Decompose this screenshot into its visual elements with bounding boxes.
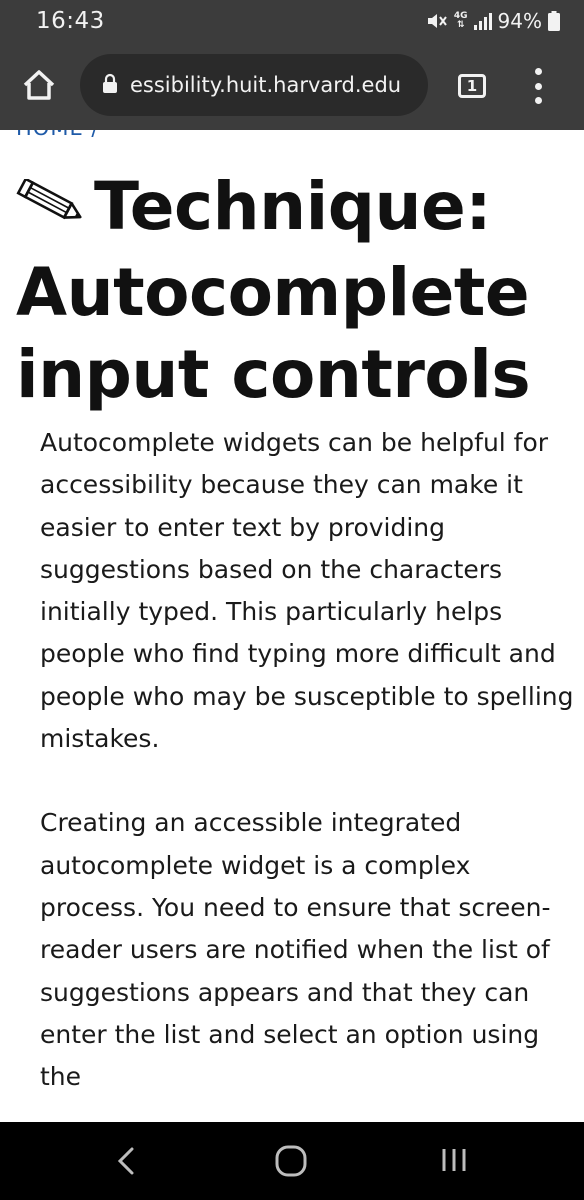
article-body: Autocomplete widgets can be helpful for … xyxy=(40,422,580,1122)
signal-icon xyxy=(473,12,492,30)
article-paragraph: Autocomplete widgets can be helpful for … xyxy=(40,428,574,754)
overflow-menu-button[interactable] xyxy=(526,68,550,104)
system-navigation-bar xyxy=(0,1122,584,1200)
recent-apps-icon xyxy=(440,1149,468,1178)
page-title-text: Technique: Autocomplete input controls xyxy=(16,168,531,413)
article-paragraph: Creating an accessible integrated autoco… xyxy=(40,808,551,1092)
network-indicator: 4G ⇅ xyxy=(454,12,468,30)
lock-icon xyxy=(102,73,118,98)
breadcrumb-home-link[interactable]: HOME / xyxy=(16,130,99,140)
web-content[interactable]: HOME / Technique: Autocomplete input con… xyxy=(0,130,584,1122)
home-circle-icon xyxy=(274,1145,308,1182)
battery-percent: 94% xyxy=(497,9,542,33)
mute-icon xyxy=(426,11,448,31)
back-chevron-icon xyxy=(112,1147,140,1180)
menu-dot-icon xyxy=(534,82,542,90)
home-nav-button[interactable] xyxy=(274,1144,308,1182)
battery-icon xyxy=(548,11,560,31)
home-icon xyxy=(22,69,56,105)
url-text: essibility.huit.harvard.edu xyxy=(130,73,402,97)
menu-dot-icon xyxy=(534,97,542,104)
address-bar[interactable]: essibility.huit.harvard.edu xyxy=(80,54,428,116)
tab-switcher-button[interactable]: 1 xyxy=(458,74,486,98)
data-arrows-icon: ⇅ xyxy=(456,20,465,30)
home-button[interactable] xyxy=(18,66,60,108)
status-bar: 16:43 4G ⇅ 94% xyxy=(0,0,584,42)
browser-toolbar: essibility.huit.harvard.edu 1 xyxy=(0,42,584,130)
status-icons: 4G ⇅ 94% xyxy=(426,9,560,33)
pencil-icon xyxy=(16,162,88,244)
status-time: 16:43 xyxy=(36,8,105,34)
recent-apps-button[interactable] xyxy=(440,1146,468,1178)
back-button[interactable] xyxy=(112,1146,140,1180)
page-title: Technique: Autocomplete input controls xyxy=(16,166,576,416)
menu-dot-icon xyxy=(534,68,542,75)
